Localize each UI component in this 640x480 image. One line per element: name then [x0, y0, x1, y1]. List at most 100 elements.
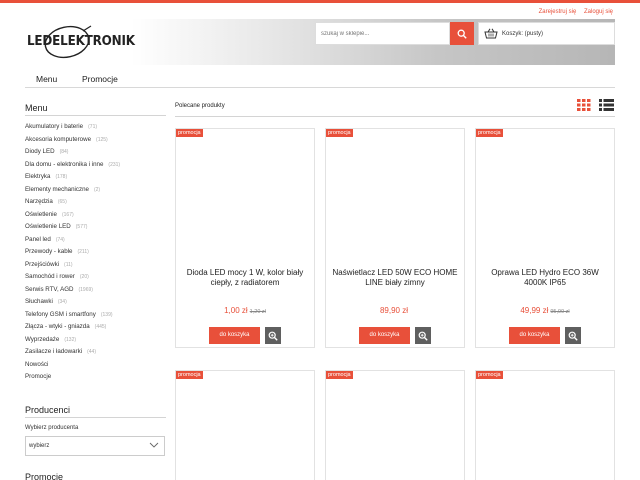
category-label: Elektryka	[25, 173, 51, 180]
logo-text: LEDELEKTRONIK	[27, 34, 135, 49]
category-item[interactable]: Dla domu - elektronika i inne (231)	[25, 161, 166, 174]
category-label: Promocje	[25, 373, 52, 380]
logo[interactable]: LEDELEKTRONIK	[25, 23, 135, 61]
chevron-down-icon	[149, 442, 159, 448]
category-count: (445)	[94, 324, 107, 330]
category-count: (1969)	[78, 286, 93, 293]
header: LEDELEKTRONIK Koszyk: (pusty)	[25, 19, 615, 65]
promo-badge: promocja	[176, 129, 203, 137]
search-input[interactable]	[316, 23, 449, 44]
category-label: Dla domu - elektronika i inne	[25, 160, 104, 168]
category-count: (74)	[55, 236, 65, 243]
cart-button[interactable]: Koszyk: (pusty)	[478, 22, 615, 45]
category-item[interactable]: Oświetlenie (167)	[25, 211, 166, 224]
product-card[interactable]: promocja Oprawa LED Hydro ECO 36W 4000K …	[475, 128, 615, 348]
category-item[interactable]: Zasilacze i ładowarki (44)	[25, 348, 166, 361]
category-label: Przewody - kable	[25, 248, 73, 255]
category-label: Oświetlenie	[25, 210, 57, 218]
category-item[interactable]: Narzędzia (65)	[25, 198, 166, 211]
category-item[interactable]: Akcesoria komputerowe (125)	[25, 136, 166, 149]
category-count: (211)	[77, 249, 89, 255]
category-list: Akumulatory i baterie (71) Akcesoria komp…	[25, 123, 166, 386]
product-price-line: 1,00 zł 1,20 zł	[176, 306, 314, 315]
account-links: Zarejestruj się Zaloguj się	[533, 9, 613, 15]
zoom-icon	[418, 331, 428, 341]
category-count: (178)	[55, 174, 68, 180]
category-item[interactable]: Promocje	[25, 373, 166, 386]
category-item[interactable]: Diody LED (84)	[25, 148, 166, 161]
category-count: (577)	[75, 224, 88, 230]
product-price: 49,99 zł	[520, 306, 549, 315]
cart-label: Koszyk: (pusty)	[502, 30, 544, 37]
promo-badge: promocja	[326, 371, 353, 379]
category-count: (11)	[64, 261, 73, 268]
product-card[interactable]: promocja Dioda LED mocy 1 W, kolor biały…	[175, 128, 315, 348]
product-name[interactable]: Naświetlacz LED 50W ECO HOME LINE biały …	[332, 268, 458, 288]
producers-title: Producenci	[25, 402, 166, 418]
basket-icon	[484, 28, 498, 39]
category-item[interactable]: Serwis RTV, AGD (1969)	[25, 286, 166, 299]
category-label: Zasilacze i ładowarki	[25, 348, 83, 355]
category-item[interactable]: Elementy mechaniczne (2)	[25, 186, 166, 199]
product-card[interactable]: promocja	[475, 370, 615, 480]
product-card[interactable]: promocja	[175, 370, 315, 480]
category-label: Panel led	[25, 235, 51, 243]
search-button[interactable]	[450, 22, 474, 45]
nav-menu[interactable]: Menu	[36, 74, 57, 84]
zoom-icon	[268, 331, 278, 341]
promotions-title: Promocje	[25, 471, 64, 480]
category-item[interactable]: Przejściówki (11)	[25, 261, 166, 274]
product-price-line: 49,99 zł 95,99 zł	[476, 306, 614, 315]
promo-badge: promocja	[476, 371, 503, 379]
category-item[interactable]: Nowości	[25, 361, 166, 374]
quick-view-button[interactable]	[565, 327, 581, 344]
list-view-icon[interactable]	[599, 99, 614, 111]
product-name[interactable]: Oprawa LED Hydro ECO 36W 4000K IP65	[482, 268, 608, 288]
category-item[interactable]: Oświetlenie LED (577)	[25, 223, 166, 236]
category-label: Elementy mechaniczne	[25, 185, 89, 193]
category-count: (34)	[57, 299, 67, 305]
category-item[interactable]: Telefony GSM i smartfony (139)	[25, 311, 166, 324]
product-card[interactable]: promocja	[325, 370, 465, 480]
category-item[interactable]: Akumulatory i baterie (71)	[25, 123, 166, 136]
product-name[interactable]: Dioda LED mocy 1 W, kolor biały ciepły, …	[182, 268, 308, 288]
quick-view-button[interactable]	[415, 327, 431, 344]
category-item[interactable]: Elektryka (178)	[25, 173, 166, 186]
category-count: (139)	[100, 311, 113, 318]
login-link[interactable]: Zaloguj się	[584, 9, 613, 15]
promo-badge: promocja	[476, 129, 503, 137]
grid-view-icon[interactable]	[577, 99, 591, 111]
category-count: (20)	[79, 274, 89, 280]
category-label: Akcesoria komputerowe	[25, 135, 92, 143]
zoom-icon	[568, 331, 578, 341]
product-old-price: 95,99 zł	[550, 309, 570, 315]
add-to-cart-button[interactable]: do koszyka	[509, 327, 560, 344]
register-link[interactable]: Zarejestruj się	[539, 9, 577, 15]
quick-view-button[interactable]	[265, 327, 281, 344]
category-item[interactable]: Wyprzedaże (132)	[25, 336, 166, 349]
category-label: Serwis RTV, AGD	[25, 285, 74, 293]
product-card[interactable]: promocja Naświetlacz LED 50W ECO HOME LI…	[325, 128, 465, 348]
category-label: Oświetlenie LED	[25, 223, 71, 230]
category-item[interactable]: Samochód i rower (20)	[25, 273, 166, 286]
category-item[interactable]: Słuchawki (34)	[25, 298, 166, 311]
nav-promotions[interactable]: Promocje	[82, 74, 118, 84]
category-label: Przejściówki	[25, 260, 60, 268]
category-label: Nowości	[25, 360, 49, 368]
producer-select[interactable]: wybierz	[25, 435, 165, 456]
main-nav: Menu Promocje	[25, 71, 615, 88]
category-label: Diody LED	[25, 148, 55, 155]
category-count: (231)	[108, 161, 121, 168]
category-count: (125)	[96, 136, 108, 143]
add-to-cart-button[interactable]: do koszyka	[359, 327, 410, 344]
category-item[interactable]: Przewody - kable (211)	[25, 248, 166, 261]
category-count: (65)	[57, 199, 67, 205]
add-to-cart-button[interactable]: do koszyka	[209, 327, 260, 344]
promo-badge: promocja	[176, 371, 203, 379]
product-price-line: 89,90 zł	[326, 306, 464, 315]
category-count: (44)	[87, 349, 96, 355]
sidebar-menu-title: Menu	[25, 100, 166, 116]
category-item[interactable]: Panel led (74)	[25, 236, 166, 249]
category-item[interactable]: Złącza - wtyki - gniazda (445)	[25, 323, 166, 336]
category-count: (2)	[93, 186, 101, 193]
